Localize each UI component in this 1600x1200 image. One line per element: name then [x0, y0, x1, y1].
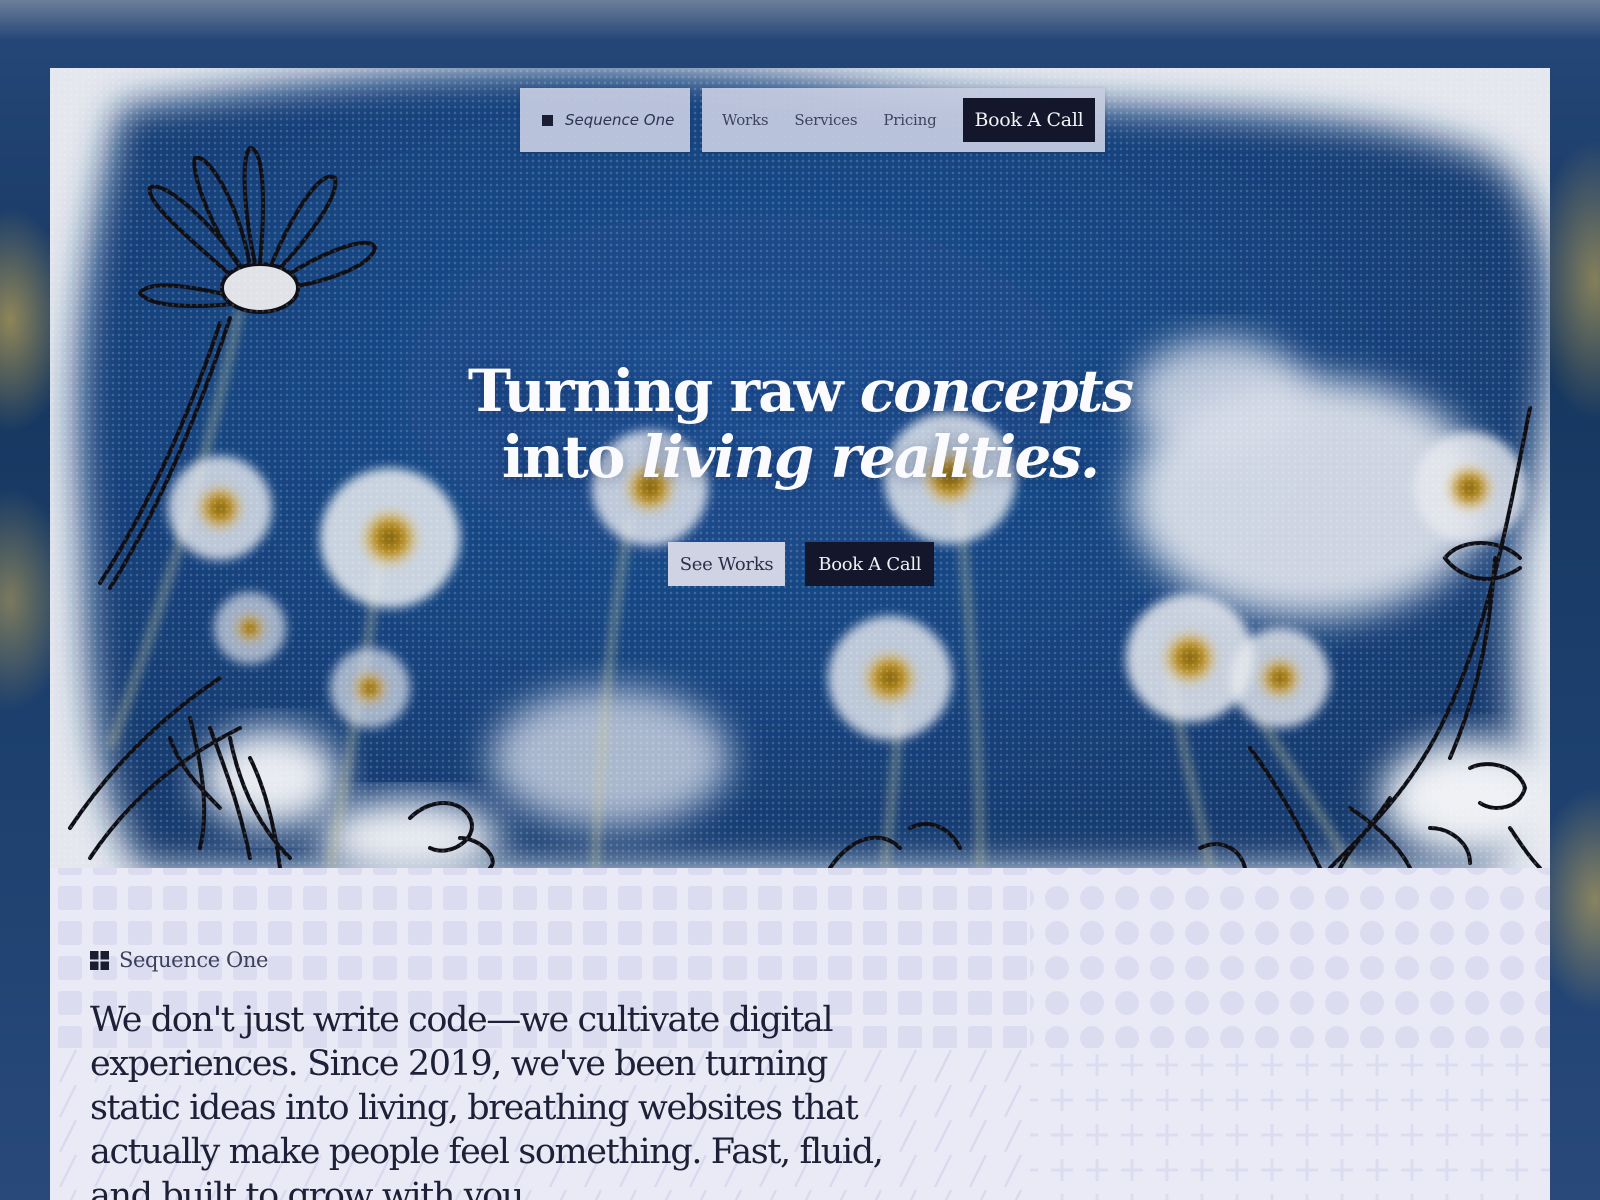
hero-buttons: See Works Book A Call — [50, 542, 1550, 586]
hero-title-line1-plain: Turning raw — [467, 357, 860, 425]
hero-title-line1-em: concepts — [859, 357, 1134, 425]
about-paragraph: We don't just write code—we cultivate di… — [90, 1000, 884, 1200]
hero-title-line2: into living realities. — [501, 423, 1100, 491]
brand-name: Sequence One — [565, 111, 675, 129]
top-nav: Sequence One Works Services Pricing Book… — [520, 88, 1106, 152]
nav-brand[interactable]: Sequence One — [520, 88, 690, 152]
hero-section: Sequence One Works Services Pricing Book… — [50, 68, 1550, 868]
see-works-button[interactable]: See Works — [667, 542, 786, 586]
nav-links: Works Services Pricing Book A Call — [702, 88, 1106, 152]
hero-book-call-button[interactable]: Book A Call — [805, 542, 935, 586]
about-brand: Sequence One — [90, 948, 268, 972]
about-brand-name: Sequence One — [119, 948, 268, 972]
page-frame: Sequence One Works Services Pricing Book… — [50, 68, 1550, 1200]
hero-title: Turning raw concepts into living realiti… — [50, 358, 1550, 490]
about-section: Sequence One We don't just write code—we… — [50, 868, 1550, 1200]
nav-link-services[interactable]: Services — [794, 111, 857, 129]
grid-icon — [90, 950, 109, 970]
nav-link-works[interactable]: Works — [722, 111, 769, 129]
hero-title-line2-plain: into — [501, 423, 642, 491]
brand-square-icon — [542, 114, 553, 126]
nav-book-call-button[interactable]: Book A Call — [962, 98, 1096, 142]
nav-link-pricing[interactable]: Pricing — [883, 111, 936, 129]
hero-title-line2-em: living realities. — [641, 423, 1100, 491]
hero-title-line1: Turning raw concepts — [467, 357, 1134, 425]
